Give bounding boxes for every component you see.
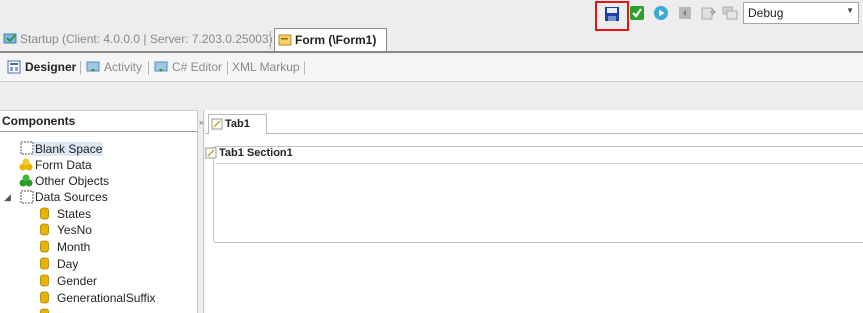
section-icon: [205, 147, 217, 159]
database-icon: [40, 257, 49, 270]
tab-startup-label: Startup (Client: 4.0.0.0 | Server: 7.203…: [20, 32, 273, 46]
app-window: Debug ▼ Startup (Client: 4.0.0.0 | Serve…: [0, 0, 863, 313]
tab-tab1-label: Tab1: [225, 118, 250, 130]
tree-item-label: Month: [57, 240, 91, 254]
tab-activity[interactable]: Activity: [84, 60, 142, 74]
mode-divider: [304, 61, 305, 75]
database-icon: [40, 223, 49, 236]
tree-item-label: Data Sources: [35, 190, 108, 204]
section-divider: [215, 163, 863, 164]
section-title-label: Tab1 Section1: [219, 147, 293, 159]
tab-csharp-editor[interactable]: C# Editor: [152, 60, 222, 74]
tab-underline: [0, 51, 863, 53]
configuration-select-value: Debug: [748, 6, 784, 20]
chevron-right-icon[interactable]: »: [199, 118, 203, 127]
validate-check-icon[interactable]: [629, 5, 645, 21]
activity-icon: [86, 61, 100, 72]
mode-divider: [227, 61, 228, 75]
tab-xml-markup[interactable]: XML Markup: [232, 60, 300, 74]
data-sources-icon: [20, 190, 34, 204]
mode-divider: [148, 61, 149, 75]
section-container[interactable]: [213, 146, 863, 243]
editor-mode-bar: Designer Activity C# Editor XML Markup: [0, 54, 863, 82]
database-icon: [40, 207, 49, 220]
save-icon[interactable]: [604, 6, 620, 22]
tab-activity-label: Activity: [104, 60, 143, 74]
configuration-select[interactable]: Debug ▼: [743, 2, 859, 24]
tab-csharp-editor-label: C# Editor: [172, 60, 223, 74]
stop-icon[interactable]: [677, 5, 693, 21]
expander-arrow-icon[interactable]: ◢: [4, 192, 11, 203]
tree-item-label: Form Data: [35, 158, 92, 172]
tab-page-icon: [211, 118, 223, 130]
blank-space-icon: [20, 141, 34, 155]
tab-tab1[interactable]: Tab1: [208, 114, 267, 134]
csharp-editor-icon: [154, 61, 168, 72]
tree-item-label: States: [57, 207, 92, 221]
tab-designer-label: Designer: [25, 60, 77, 74]
tree-item-label: Gender: [57, 274, 98, 288]
tab-designer[interactable]: Designer: [5, 60, 76, 74]
components-header: Components: [0, 110, 197, 132]
tab-strip-line: [205, 133, 863, 134]
export-icon[interactable]: [700, 5, 716, 21]
panel-splitter[interactable]: »: [197, 110, 204, 313]
section-title[interactable]: Tab1 Section1: [205, 147, 293, 159]
tree-item-label: Blank Space: [34, 142, 104, 156]
tab-form1[interactable]: Form (\Form1): [274, 28, 387, 52]
tab-startup[interactable]: Startup (Client: 4.0.0.0 | Server: 7.203…: [0, 28, 273, 52]
tree-item-label: Other Objects: [35, 174, 110, 188]
tab-xml-markup-label: XML Markup: [232, 60, 300, 74]
windows-icon[interactable]: [722, 5, 738, 21]
top-toolbar: Debug ▼: [0, 0, 863, 31]
mode-divider: [80, 61, 81, 75]
database-icon: [40, 308, 49, 313]
startup-icon: [3, 33, 17, 44]
document-tabs: Startup (Client: 4.0.0.0 | Server: 7.203…: [0, 28, 863, 52]
database-icon: [40, 240, 49, 253]
other-objects-icon: [19, 174, 33, 187]
form-data-icon: [19, 158, 33, 171]
tree-item-label: YesNo: [57, 223, 92, 237]
run-icon[interactable]: [653, 5, 669, 21]
database-icon: [40, 291, 49, 304]
chevron-down-icon[interactable]: ▼: [846, 6, 854, 15]
tab-form1-label: Form (\Form1): [295, 33, 377, 47]
designer-icon: [7, 60, 21, 74]
tree-item-label: Day: [57, 257, 79, 271]
tree-item-label: GenerationalSuffix: [57, 291, 156, 305]
tab-divider: [270, 31, 271, 49]
form-icon: [278, 34, 292, 46]
database-icon: [40, 274, 49, 287]
